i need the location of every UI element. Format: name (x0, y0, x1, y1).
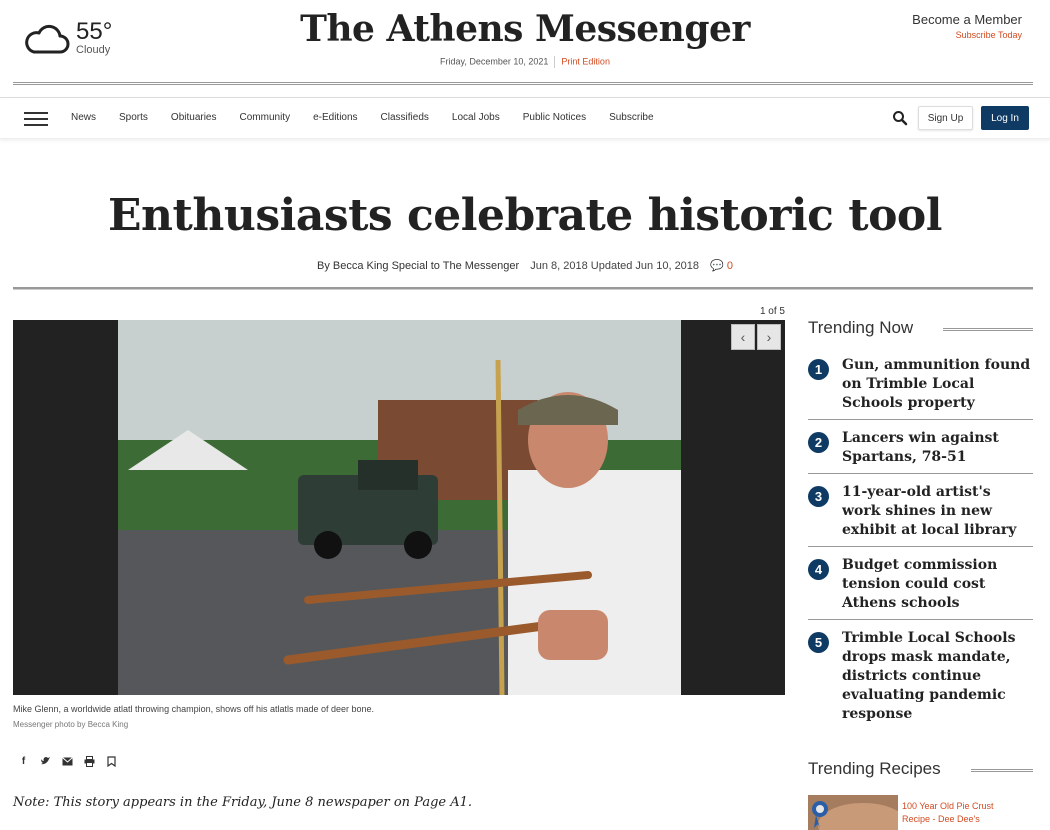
facebook-icon[interactable]: f (18, 755, 29, 767)
chevron-right-icon: › (766, 329, 772, 345)
log-in-button[interactable]: Log In (981, 106, 1029, 130)
print-icon[interactable] (84, 755, 95, 767)
comment-count: 0 (726, 260, 733, 272)
trending-item[interactable]: 5 Trimble Local Schools drops mask manda… (808, 629, 1033, 729)
trending-recipes-heading: Trending Recipes (808, 759, 941, 778)
recipe-thumbnail[interactable] (808, 795, 898, 830)
photo-prev-button[interactable]: ‹ (731, 324, 755, 350)
comment-icon: 💬 (710, 260, 724, 272)
trending-item[interactable]: 4 Budget commission tension could cost A… (808, 556, 1033, 620)
article-photo[interactable] (13, 320, 785, 695)
trending-title[interactable]: Gun, ammunition found on Trimble Local S… (842, 356, 1032, 413)
trending-rank: 2 (808, 432, 829, 453)
trending-rank: 4 (808, 559, 829, 580)
current-date: Friday, December 10, 2021 (440, 56, 549, 67)
share-tools: f (18, 755, 128, 767)
trending-item[interactable]: 2 Lancers win against Spartans, 78-51 (808, 429, 1033, 474)
member-box: Become a Member Subscribe Today (912, 12, 1022, 40)
email-icon[interactable] (62, 755, 73, 767)
nav-item-subscribe[interactable]: Subscribe (609, 112, 653, 123)
trending-rank: 5 (808, 632, 829, 653)
nav-item-local-jobs[interactable]: Local Jobs (452, 112, 500, 123)
nav-item-obituaries[interactable]: Obituaries (171, 112, 217, 123)
masthead-divider (13, 82, 1033, 85)
photo-image (118, 320, 681, 695)
subscribe-today-link[interactable]: Subscribe Today (912, 30, 1022, 40)
article-byline: By Becca King Special to The Messenger J… (0, 259, 1050, 272)
nav-item-classifieds[interactable]: Classifieds (381, 112, 429, 123)
search-icon[interactable] (892, 110, 908, 126)
photo-next-button[interactable]: › (757, 324, 781, 350)
trending-title[interactable]: 11-year-old artist's work shines in new … (842, 483, 1032, 540)
trending-title[interactable]: Lancers win against Spartans, 78-51 (842, 429, 1032, 467)
nav-item-sports[interactable]: Sports (119, 112, 148, 123)
trending-item[interactable]: 1 Gun, ammunition found on Trimble Local… (808, 356, 1033, 420)
headline-divider (13, 287, 1033, 290)
masthead: 55° Cloudy The Athens Messenger Friday, … (0, 0, 1050, 96)
menu-icon[interactable] (24, 112, 48, 126)
trending-heading-rule (943, 328, 1033, 331)
nav-item-community[interactable]: Community (240, 112, 291, 123)
trending-rank: 1 (808, 359, 829, 380)
photo-caption: Mike Glenn, a worldwide atlatl throwing … (13, 704, 375, 714)
trending-now-heading: Trending Now (808, 318, 914, 337)
become-member-link[interactable]: Become a Member (912, 12, 1022, 27)
article-dates: Jun 8, 2018 Updated Jun 10, 2018 (530, 260, 700, 272)
site-logo[interactable]: The Athens Messenger (0, 8, 1050, 50)
trending-title[interactable]: Budget commission tension could cost Ath… (842, 556, 1032, 613)
bookmark-icon[interactable] (106, 755, 117, 767)
nav-item-public-notices[interactable]: Public Notices (523, 112, 586, 123)
author-link[interactable]: By Becca King Special to The Messenger (317, 260, 519, 272)
sign-up-button[interactable]: Sign Up (918, 106, 973, 130)
article-headline: Enthusiasts celebrate historic tool (108, 190, 943, 241)
chevron-left-icon: ‹ (740, 329, 746, 345)
print-edition-link[interactable]: Print Edition (561, 56, 610, 66)
comments-link[interactable]: 💬 0 (710, 260, 733, 272)
nav-item-e-editions[interactable]: e-Editions (313, 112, 357, 123)
nav-item-news[interactable]: News (71, 112, 96, 123)
trending-title[interactable]: Trimble Local Schools drops mask mandate… (842, 629, 1032, 724)
recipe-link[interactable]: 100 Year Old Pie Crust Recipe - Dee Dee'… (902, 800, 1022, 826)
photo-credit: Messenger photo by Becca King (13, 720, 129, 729)
trending-rank: 3 (808, 486, 829, 507)
trending-item[interactable]: 3 11-year-old artist's work shines in ne… (808, 483, 1033, 547)
article-note: Note: This story appears in the Friday, … (13, 795, 473, 810)
dateline: Friday, December 10, 2021 Print Edition (0, 56, 1050, 68)
main-nav: News Sports Obituaries Community e-Editi… (0, 97, 1050, 139)
recipes-heading-rule (971, 769, 1033, 772)
photo-counter: 1 of 5 (759, 306, 785, 317)
twitter-icon[interactable] (40, 755, 51, 767)
